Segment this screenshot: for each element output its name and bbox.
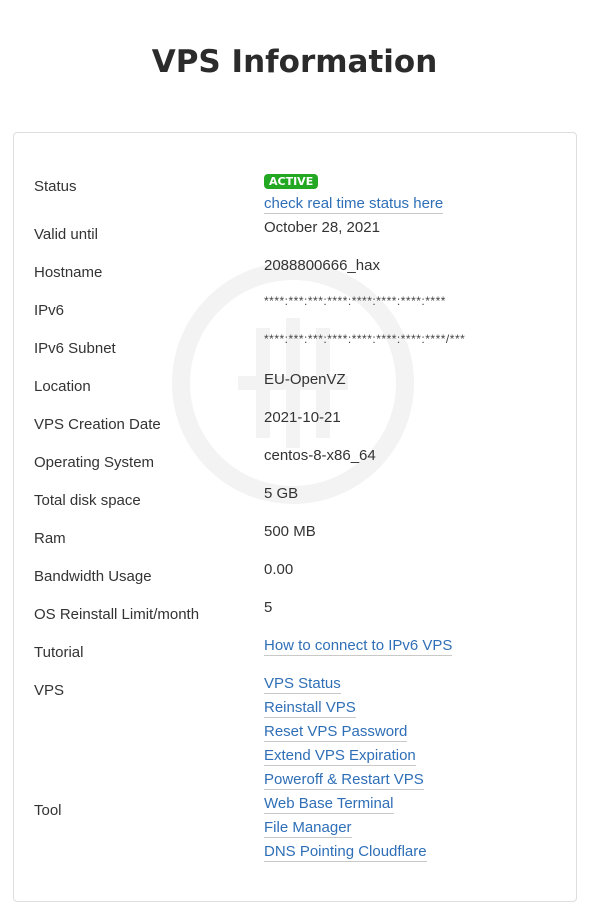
location-label: Location bbox=[34, 378, 91, 395]
extend-expiration-link[interactable]: Extend VPS Expiration bbox=[264, 747, 416, 766]
ipv6-tutorial-link[interactable]: How to connect to IPv6 VPS bbox=[264, 637, 453, 656]
ram-value: 500 MB bbox=[264, 523, 316, 540]
ram-label: Ram bbox=[34, 530, 66, 547]
valid-until-value: October 28, 2021 bbox=[264, 219, 380, 236]
reinstall-vps-link[interactable]: Reinstall VPS bbox=[264, 699, 356, 718]
reinstall-limit-value: 5 bbox=[264, 599, 273, 616]
status-label: Status bbox=[34, 178, 77, 195]
reset-password-link[interactable]: Reset VPS Password bbox=[264, 723, 408, 742]
ipv6-value: ****:***:***:****:****:****:****:**** bbox=[264, 294, 446, 308]
disk-value: 5 GB bbox=[264, 485, 299, 502]
valid-until-label: Valid until bbox=[34, 226, 98, 243]
vps-status-link[interactable]: VPS Status bbox=[264, 675, 341, 694]
poweroff-restart-link[interactable]: Poweroff & Restart VPS bbox=[264, 771, 424, 790]
dns-cloudflare-link[interactable]: DNS Pointing Cloudflare bbox=[264, 843, 427, 862]
creation-date-label: VPS Creation Date bbox=[34, 416, 161, 433]
file-manager-link[interactable]: File Manager bbox=[264, 819, 352, 838]
hostname-label: Hostname bbox=[34, 264, 103, 281]
bandwidth-label: Bandwidth Usage bbox=[34, 568, 152, 585]
hostname-value: 2088800666_hax bbox=[264, 257, 380, 274]
location-value: EU-OpenVZ bbox=[264, 371, 346, 388]
ipv6-label: IPv6 bbox=[34, 302, 65, 319]
page-title: VPS Information bbox=[151, 44, 438, 80]
ipv6-subnet-label: IPv6 Subnet bbox=[34, 340, 116, 357]
reinstall-limit-label: OS Reinstall Limit/month bbox=[34, 606, 200, 623]
ipv6-subnet-value: ****:***:***:****:****:****:****:****/**… bbox=[264, 332, 466, 346]
vps-label: VPS bbox=[34, 682, 65, 699]
web-terminal-link[interactable]: Web Base Terminal bbox=[264, 795, 394, 814]
bandwidth-value: 0.00 bbox=[264, 561, 294, 578]
creation-date-value: 2021-10-21 bbox=[264, 409, 341, 426]
tool-label: Tool bbox=[34, 802, 62, 819]
tutorial-label: Tutorial bbox=[34, 644, 84, 661]
os-label: Operating System bbox=[34, 454, 155, 471]
os-value: centos-8-x86_64 bbox=[264, 447, 376, 464]
check-status-link[interactable]: check real time status here bbox=[264, 195, 444, 214]
disk-label: Total disk space bbox=[34, 492, 141, 509]
status-badge: ACTIVE bbox=[264, 174, 319, 189]
